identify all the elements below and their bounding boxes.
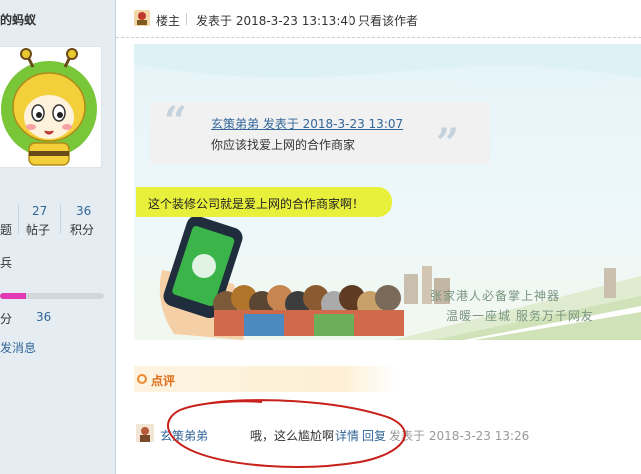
red-annotation-circle <box>167 399 406 468</box>
forum-post-page: 的蚂蚁 27 36 题 帖子 积分 兵 分 36 发消息 楼主 发表于 2018… <box>0 0 641 474</box>
